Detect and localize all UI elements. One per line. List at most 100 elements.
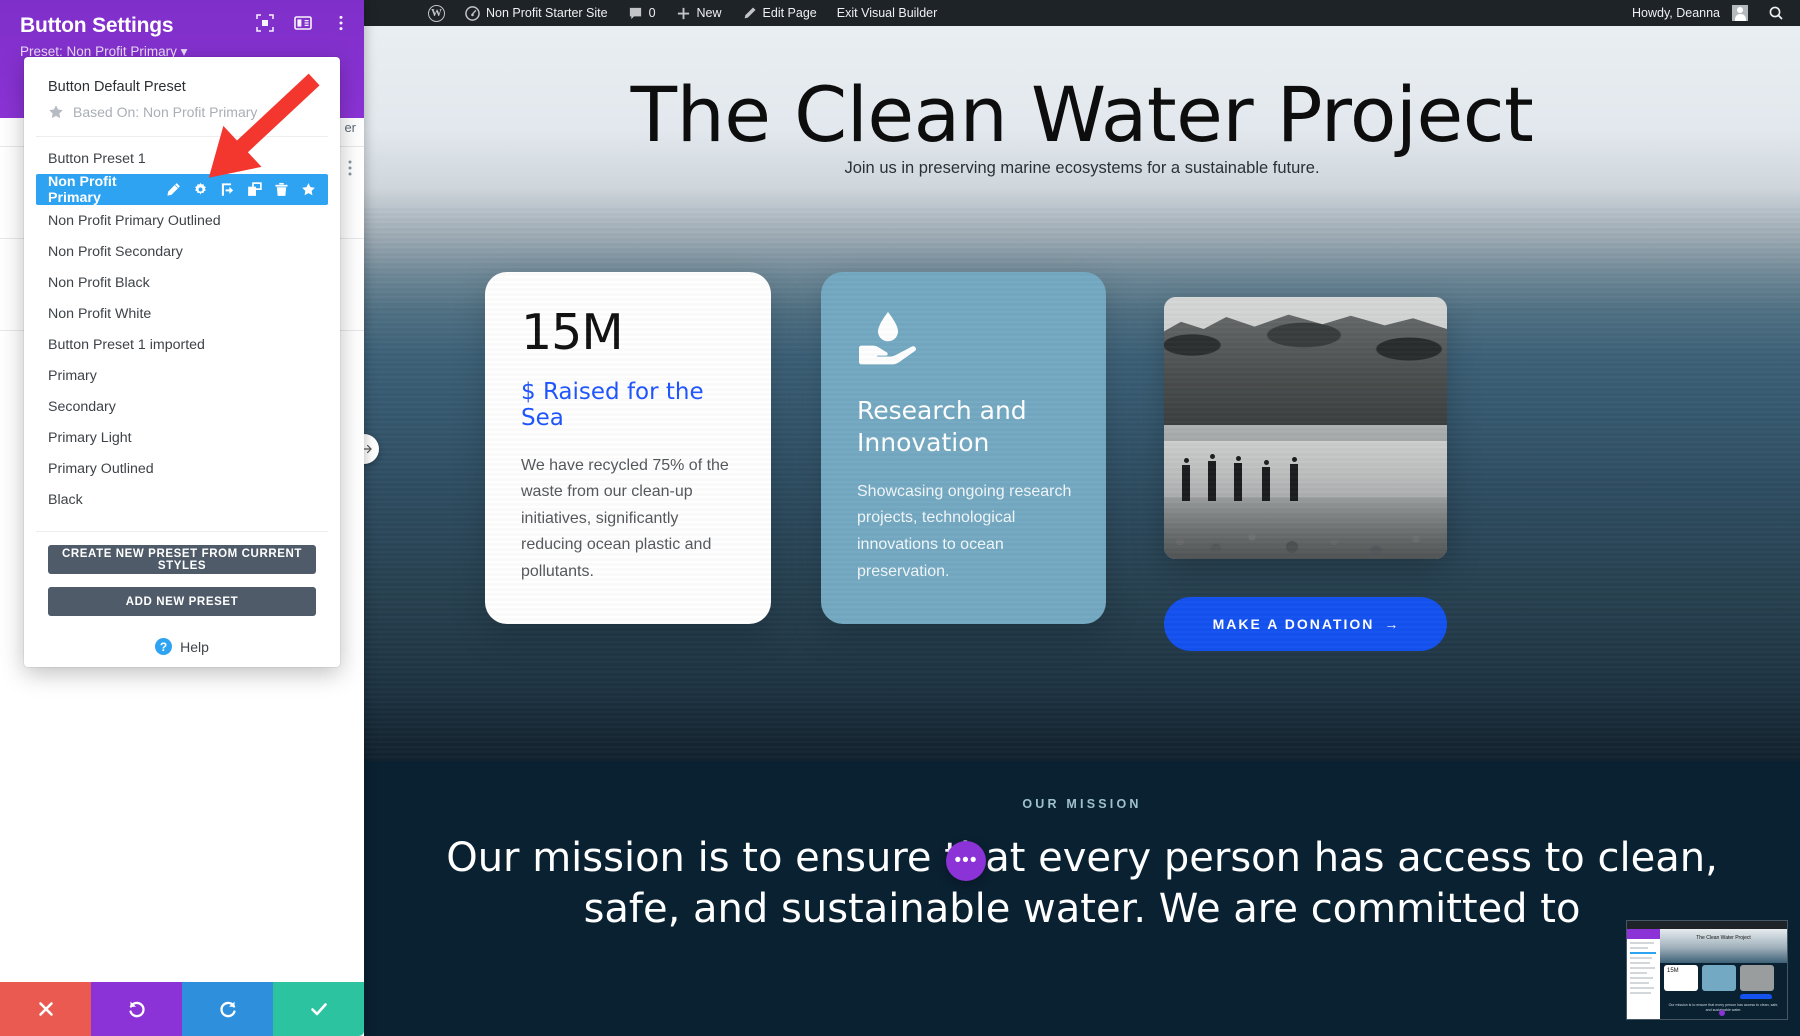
settings-gear-icon[interactable] [193, 182, 208, 197]
help-link[interactable]: ? Help [48, 638, 316, 655]
star-icon [49, 105, 63, 119]
search-icon [1769, 6, 1783, 20]
preset-item-label: Primary Light [48, 429, 132, 446]
minimap-hero-title: The Clean Water Project [1696, 935, 1751, 941]
preset-item-black[interactable]: Black [24, 484, 340, 515]
preset-list: Button Preset 1 Non Profit Primary Non P… [24, 143, 340, 515]
preset-item-primary[interactable]: Primary [24, 360, 340, 391]
undo-button[interactable] [91, 982, 182, 1036]
stat-card: 15M $ Raised for the Sea We have recycle… [485, 272, 771, 624]
preset-item-label: Black [48, 491, 83, 508]
preset-item-label: Primary Outlined [48, 460, 154, 477]
user-avatar-icon [1732, 5, 1748, 21]
preset-item-non-profit-secondary[interactable]: Non Profit Secondary [24, 236, 340, 267]
question-mark-icon: ? [155, 638, 173, 655]
pencil-icon [744, 7, 756, 18]
preset-item-non-profit-primary-outlined[interactable]: Non Profit Primary Outlined [24, 205, 340, 236]
button-default-preset-row[interactable]: Button Default Preset Based On: Non Prof… [24, 79, 340, 120]
preset-item-label: Non Profit White [48, 305, 152, 322]
add-new-preset-button[interactable]: ADD NEW PRESET [48, 587, 316, 616]
redo-button[interactable] [182, 982, 273, 1036]
make-a-donation-button[interactable]: MAKE A DONATION → [1164, 597, 1447, 651]
mission-text: Our mission is to ensure that every pers… [446, 835, 1718, 933]
preset-item-secondary[interactable]: Secondary [24, 391, 340, 422]
adminbar-site-name[interactable]: Non Profit Starter Site [455, 0, 618, 26]
preset-item-non-profit-primary[interactable]: Non Profit Primary [36, 173, 328, 206]
fullscreen-icon[interactable] [256, 14, 274, 32]
duplicate-icon[interactable] [247, 182, 262, 197]
preset-item-button-preset-1[interactable]: Button Preset 1 [24, 143, 340, 174]
minimap-stat-number: 15M [1667, 968, 1679, 974]
mission-section: OUR MISSION Our mission is to ensure tha… [364, 761, 1800, 1036]
hand-holding-water-drop-icon [859, 312, 916, 365]
vertical-dots-icon[interactable] [332, 14, 350, 32]
page-title: The Clean Water Project [630, 70, 1534, 159]
checkmark-icon [310, 1003, 327, 1016]
preset-item-actions [166, 182, 316, 197]
divider [36, 531, 328, 532]
preset-item-label: Non Profit Secondary [48, 243, 183, 260]
adminbar-exit-label: Exit Visual Builder [836, 6, 938, 20]
close-button[interactable] [0, 982, 91, 1036]
rename-pencil-icon[interactable] [166, 182, 181, 197]
preset-item-non-profit-black[interactable]: Non Profit Black [24, 267, 340, 298]
help-label: Help [180, 638, 209, 655]
trash-icon[interactable] [274, 182, 289, 197]
preset-item-label: Non Profit Primary Outlined [48, 212, 221, 229]
undo-arrow-icon [128, 1001, 145, 1018]
preset-item-label: Button Preset 1 [48, 150, 146, 167]
dashboard-icon [465, 5, 480, 21]
arrow-right-icon: → [1384, 616, 1399, 632]
mission-eyebrow: OUR MISSION [1022, 797, 1142, 811]
plus-icon [677, 7, 689, 19]
save-button[interactable] [273, 982, 364, 1036]
feature-card-title: Research and Innovation [857, 396, 1027, 457]
preset-item-label: Non Profit Primary [48, 173, 117, 206]
default-preset-title: Button Default Preset [48, 79, 186, 95]
adminbar-wordpress-logo[interactable]: W [418, 0, 455, 26]
wordpress-logo-icon: W [428, 4, 445, 22]
adminbar-edit-page-label: Edit Page [762, 6, 817, 20]
panel-footer-toolbar [0, 982, 364, 1036]
preset-item-label: Secondary [48, 398, 116, 415]
layout-columns-icon[interactable] [294, 14, 312, 32]
hero-subtitle: Join us in preserving marine ecosystems … [844, 159, 1320, 177]
adminbar-search-button[interactable] [1758, 5, 1794, 21]
preset-item-label: Non Profit Black [48, 274, 150, 291]
based-on-label: Based On: Non Profit Primary [73, 104, 258, 120]
adminbar-new[interactable]: New [666, 0, 732, 26]
adminbar-my-account[interactable]: Howdy, Deanna [1622, 0, 1758, 26]
star-icon[interactable] [301, 182, 316, 197]
stat-number: 15M [521, 304, 624, 361]
preset-dropdown-popup: Button Default Preset Based On: Non Prof… [24, 57, 340, 667]
feature-card: Research and Innovation Showcasing ongoi… [821, 272, 1106, 624]
adminbar-site-name-label: Non Profit Starter Site [486, 6, 608, 20]
donate-button-label: MAKE A DONATION [1212, 616, 1375, 632]
redo-arrow-icon [219, 1001, 236, 1018]
beach-photo-image [1164, 297, 1447, 559]
x-icon [38, 1002, 53, 1016]
preset-item-primary-outlined[interactable]: Primary Outlined [24, 453, 340, 484]
divider [36, 136, 328, 137]
adminbar-comments[interactable]: 0 [618, 0, 666, 26]
ghost-row-menu-icon[interactable] [348, 160, 352, 176]
hero-section: The Clean Water Project Join us in prese… [364, 26, 1800, 766]
divi-button-settings-panel: Button Settings Preset: Non Profit Prima… [0, 0, 364, 1036]
adminbar-comments-count: 0 [648, 6, 656, 20]
preset-item-label: Button Preset 1 imported [48, 336, 205, 353]
create-new-preset-from-current-styles-button[interactable]: CREATE NEW PRESET FROM CURRENT STYLES [48, 545, 316, 574]
minimap-panel [1627, 929, 1660, 1019]
default-preset-based-on: Based On: Non Profit Primary [48, 104, 316, 120]
preset-item-primary-light[interactable]: Primary Light [24, 422, 340, 453]
preset-item-button-preset-1-imported[interactable]: Button Preset 1 imported [24, 329, 340, 360]
divi-floating-menu-button[interactable]: ••• [946, 841, 986, 881]
export-icon[interactable] [220, 182, 235, 197]
stat-label: $ Raised for the Sea [521, 379, 704, 431]
adminbar-exit-visual-builder[interactable]: Exit Visual Builder [827, 0, 948, 26]
page-canvas: The Clean Water Project Join us in prese… [364, 26, 1800, 1036]
adminbar-new-label: New [696, 6, 722, 20]
feature-card-body: Showcasing ongoing research projects, te… [857, 482, 1072, 580]
preset-item-non-profit-white[interactable]: Non Profit White [24, 298, 340, 329]
wireframe-preview-thumbnail[interactable]: The Clean Water Project 15M Our mission … [1626, 920, 1788, 1020]
adminbar-edit-page[interactable]: Edit Page [732, 0, 827, 26]
